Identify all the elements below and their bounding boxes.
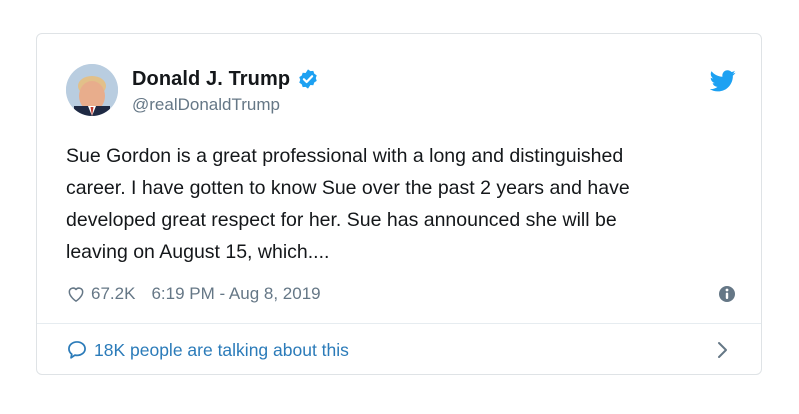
tweet-timestamp[interactable]: 6:19 PM - Aug 8, 2019 (151, 284, 320, 304)
avatar[interactable] (66, 64, 118, 116)
like-count[interactable]: 67.2K (91, 284, 135, 304)
heart-icon[interactable] (66, 284, 86, 304)
author-names: Donald J. Trump @realDonaldTrump (132, 67, 319, 115)
display-name-row: Donald J. Trump (132, 67, 319, 91)
twitter-bird-icon[interactable] (710, 70, 736, 92)
conversation-count-text[interactable]: 18K people are talking about this (94, 340, 349, 361)
verified-badge-icon (299, 69, 317, 89)
chevron-right-icon[interactable] (716, 341, 728, 359)
info-icon[interactable] (718, 285, 736, 303)
avatar-image (66, 64, 118, 116)
tweet-header: Donald J. Trump @realDonaldTrump (66, 64, 736, 120)
tweet-card: Donald J. Trump @realDonaldTrump Sue Gor… (36, 33, 762, 375)
tweet-meta: 67.2K 6:19 PM - Aug 8, 2019 (66, 282, 736, 306)
display-name[interactable]: Donald J. Trump (132, 68, 290, 91)
author-handle[interactable]: @realDonaldTrump (132, 95, 319, 115)
speech-bubble-icon (68, 341, 86, 359)
tweet-text: Sue Gordon is a great professional with … (66, 145, 630, 263)
conversation-link[interactable]: 18K people are talking about this (66, 324, 736, 376)
